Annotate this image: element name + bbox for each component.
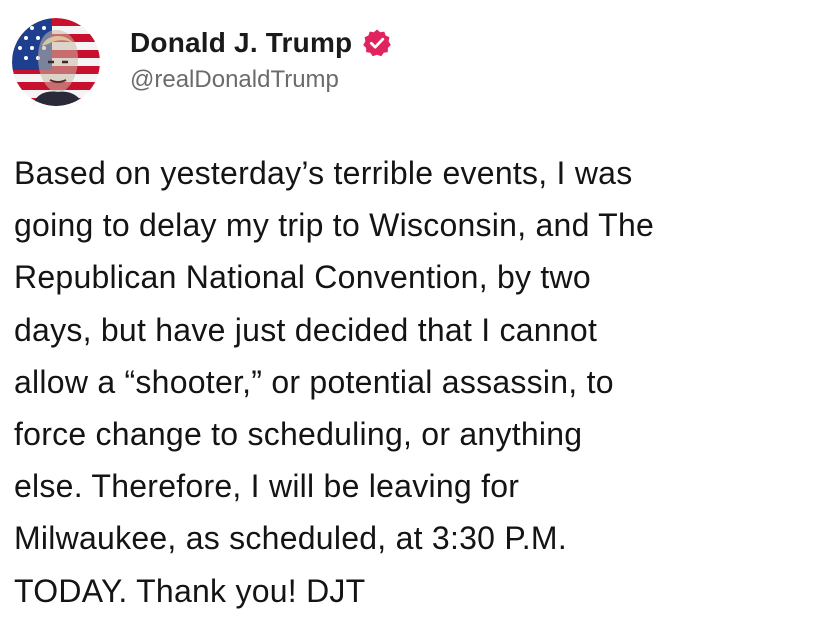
avatar-image [12,18,100,106]
post-header: Donald J. Trump @realDonaldTrump [12,16,392,108]
post-body-text: Based on yesterday’s terrible events, I … [14,155,655,609]
post-card: Donald J. Trump @realDonaldTrump Based o… [0,0,828,644]
author-names: Donald J. Trump @realDonaldTrump [130,25,392,95]
avatar[interactable] [12,18,100,106]
name-row: Donald J. Trump [130,25,392,61]
verified-badge-icon [362,28,392,58]
handle[interactable]: @realDonaldTrump [130,65,392,95]
display-name[interactable]: Donald J. Trump [130,25,352,61]
